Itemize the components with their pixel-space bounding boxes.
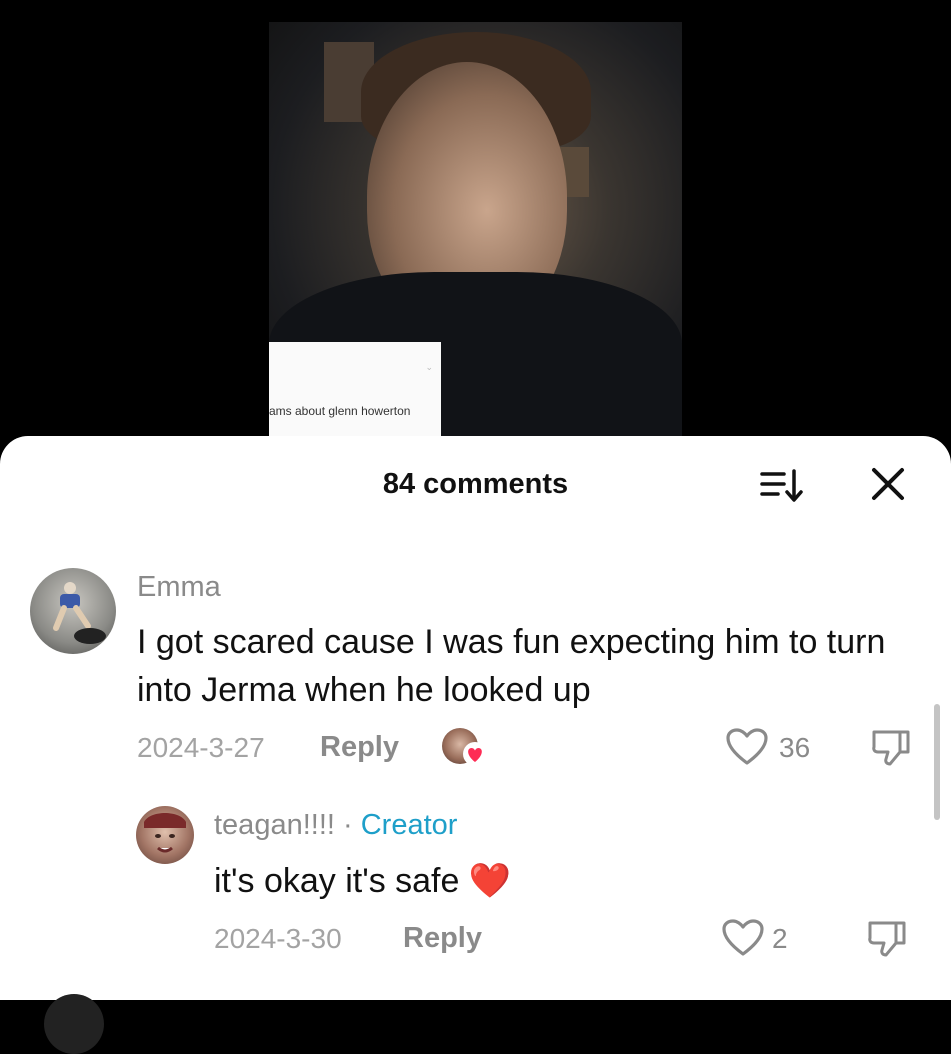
avatar-face: [144, 813, 186, 853]
dislike-icon[interactable]: [870, 728, 914, 768]
creator-liked-badge: [442, 728, 488, 768]
comment-date: 2024-3-27: [137, 732, 265, 763]
comment-text: I got scared cause I was fun expecting h…: [137, 623, 886, 709]
avatar[interactable]: [136, 806, 194, 864]
reply-text-line: it's okay it's safe ❤️: [214, 857, 914, 905]
like-count: 2: [772, 923, 788, 954]
avatar[interactable]: [30, 568, 116, 654]
heart-icon[interactable]: [726, 728, 768, 766]
like-count: 36: [779, 732, 811, 763]
scrollbar[interactable]: [934, 704, 940, 820]
avatar-figure: [53, 582, 106, 644]
caption-text: ams about glenn howerton: [269, 404, 411, 418]
heart-icon[interactable]: [722, 919, 764, 957]
close-icon[interactable]: [870, 466, 906, 502]
heart-badge-icon: [463, 742, 487, 766]
reply-username[interactable]: teagan!!!!: [214, 809, 335, 841]
comments-count-title: 84 comments: [382, 468, 569, 500]
separator-dot: ·: [343, 809, 353, 841]
reply-button[interactable]: Reply: [320, 731, 399, 764]
creator-badge: Creator: [360, 809, 458, 841]
chevron-down-icon: ⌄: [425, 362, 433, 372]
reply-date: 2024-3-30: [214, 923, 342, 954]
video-player[interactable]: ⌄ ams about glenn howerton: [269, 22, 682, 436]
reply-username-line: teagan!!!! · Creator: [214, 809, 457, 842]
red-heart-emoji: ❤️: [468, 862, 512, 900]
comment-username[interactable]: Emma: [137, 571, 221, 604]
reply-button[interactable]: Reply: [403, 922, 482, 955]
dislike-icon[interactable]: [866, 919, 910, 959]
caption-card: ⌄ ams about glenn howerton: [269, 342, 441, 436]
comments-sheet: 84 comments Emma I got scared cause I wa…: [0, 436, 951, 1054]
avatar[interactable]: [44, 994, 104, 1054]
reply-text: it's okay it's safe: [214, 862, 460, 900]
sort-icon[interactable]: [760, 468, 804, 504]
